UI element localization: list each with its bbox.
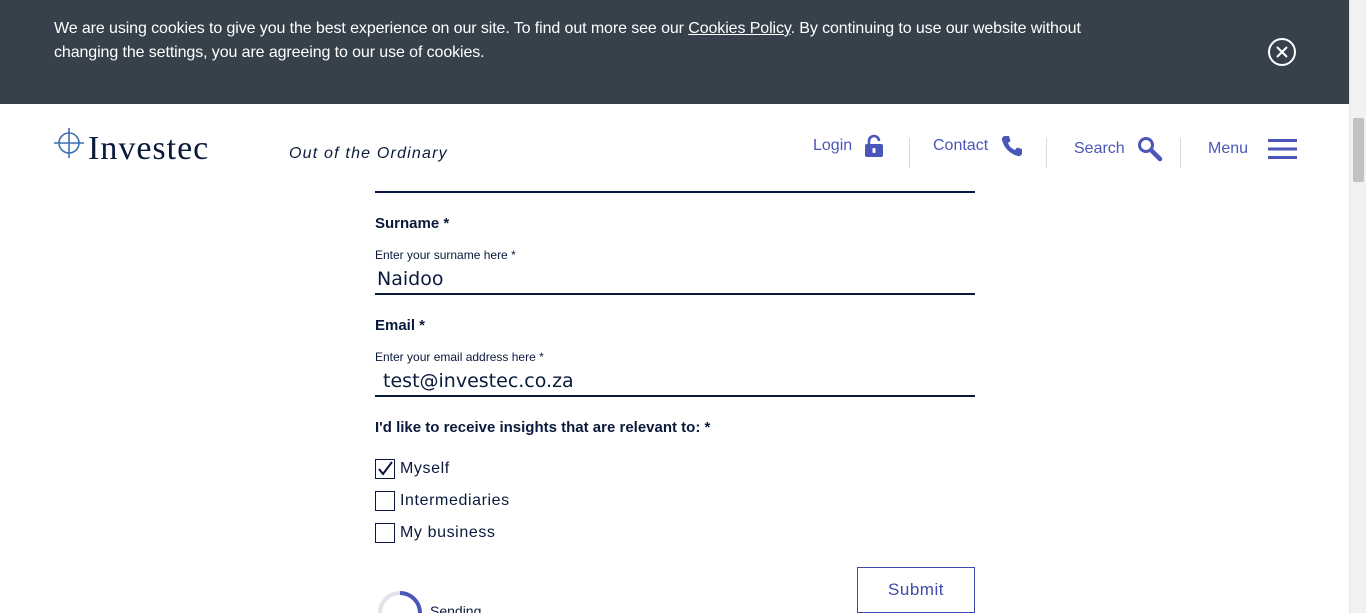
search-label: Search (1074, 140, 1125, 157)
email-input[interactable] (375, 367, 975, 397)
nav-login[interactable]: Login (813, 134, 884, 158)
cookie-message: We are using cookies to give you the bes… (54, 17, 1134, 65)
nav-divider (909, 138, 910, 168)
checkbox-myself[interactable]: Myself (375, 459, 450, 479)
email-hint: Enter your email address here * (375, 350, 544, 364)
checkbox-box[interactable] (375, 459, 395, 479)
sending-indicator: Sending (376, 589, 481, 613)
investec-logo[interactable]: Investec (54, 128, 209, 168)
tagline: Out of the Ordinary (289, 145, 448, 162)
hamburger-icon (1268, 139, 1298, 159)
checkbox-box[interactable] (375, 523, 395, 543)
nav-menu[interactable]: Menu (1208, 138, 1298, 160)
surname-label: Surname * (375, 215, 450, 232)
spinner-icon (378, 591, 422, 613)
checkbox-label: Myself (400, 460, 450, 477)
cookies-policy-link[interactable]: Cookies Policy (688, 20, 790, 37)
checkbox-box[interactable] (375, 491, 395, 511)
sending-text: Sending (430, 603, 482, 613)
nav-contact[interactable]: Contact (933, 134, 1024, 158)
nav-search[interactable]: Search (1074, 136, 1163, 162)
login-label: Login (813, 137, 853, 154)
checkbox-my-business[interactable]: My business (375, 523, 496, 543)
checkbox-label: My business (400, 524, 496, 541)
contact-label: Contact (933, 137, 989, 154)
nav-divider (1180, 138, 1181, 168)
menu-label: Menu (1208, 140, 1249, 157)
magnifier-icon (1137, 137, 1162, 162)
cookie-text-before: We are using cookies to give you the bes… (54, 20, 689, 37)
email-label: Email * (375, 317, 426, 334)
checkbox-label: Intermediaries (400, 492, 510, 509)
crosshair-logo-icon (54, 128, 84, 158)
cookie-banner: We are using cookies to give you the bes… (0, 0, 1349, 104)
checkbox-intermediaries[interactable]: Intermediaries (375, 491, 510, 511)
nav-divider (1046, 138, 1047, 168)
submit-button[interactable]: Submit (857, 567, 975, 613)
page-scrollbar[interactable] (1349, 0, 1366, 613)
insights-label: I'd like to receive insights that are re… (375, 419, 711, 436)
surname-input[interactable] (375, 265, 975, 295)
logo-text: Investec (88, 130, 210, 167)
phone-icon (1002, 136, 1023, 157)
scrollbar-thumb[interactable] (1353, 118, 1364, 182)
checkmark-icon (378, 461, 393, 476)
close-circle-icon (1276, 46, 1288, 58)
site-header: Investec Out of the Ordinary Login Conta… (0, 104, 1349, 190)
surname-hint: Enter your surname here * (375, 248, 516, 262)
lock-icon (865, 134, 884, 157)
close-cookie-button[interactable] (1268, 38, 1296, 66)
